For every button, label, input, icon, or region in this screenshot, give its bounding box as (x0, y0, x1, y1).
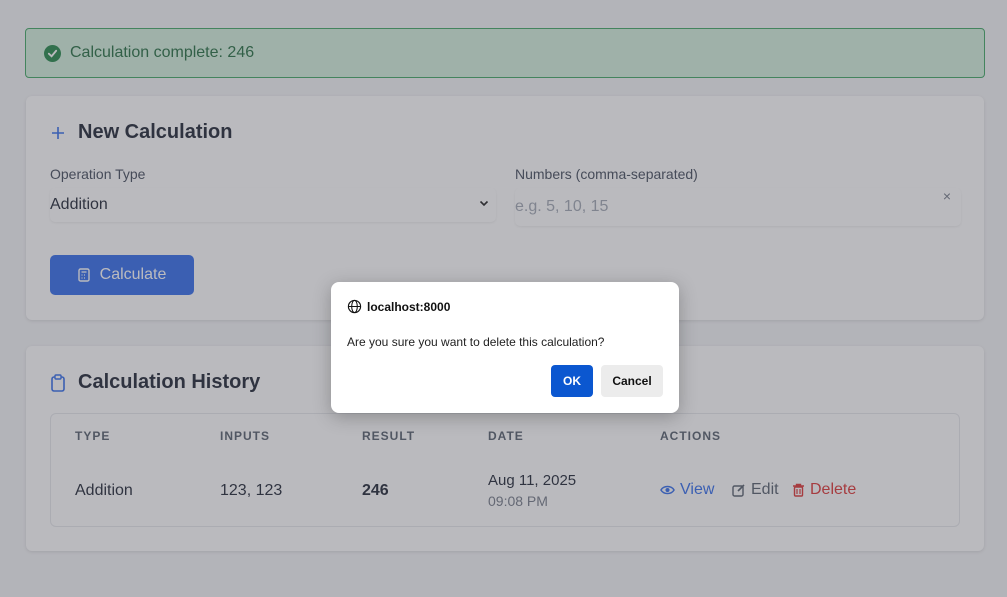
globe-icon (347, 299, 362, 314)
cancel-button[interactable]: Cancel (601, 365, 663, 397)
dialog-origin-text: localhost:8000 (367, 299, 451, 314)
dialog-message: Are you sure you want to delete this cal… (347, 335, 605, 349)
confirm-dialog: localhost:8000 Are you sure you want to … (331, 282, 679, 413)
page: Calculation complete: 246 New Calculatio… (0, 0, 1007, 597)
dialog-origin: localhost:8000 (347, 299, 450, 314)
ok-button[interactable]: OK (551, 365, 593, 397)
